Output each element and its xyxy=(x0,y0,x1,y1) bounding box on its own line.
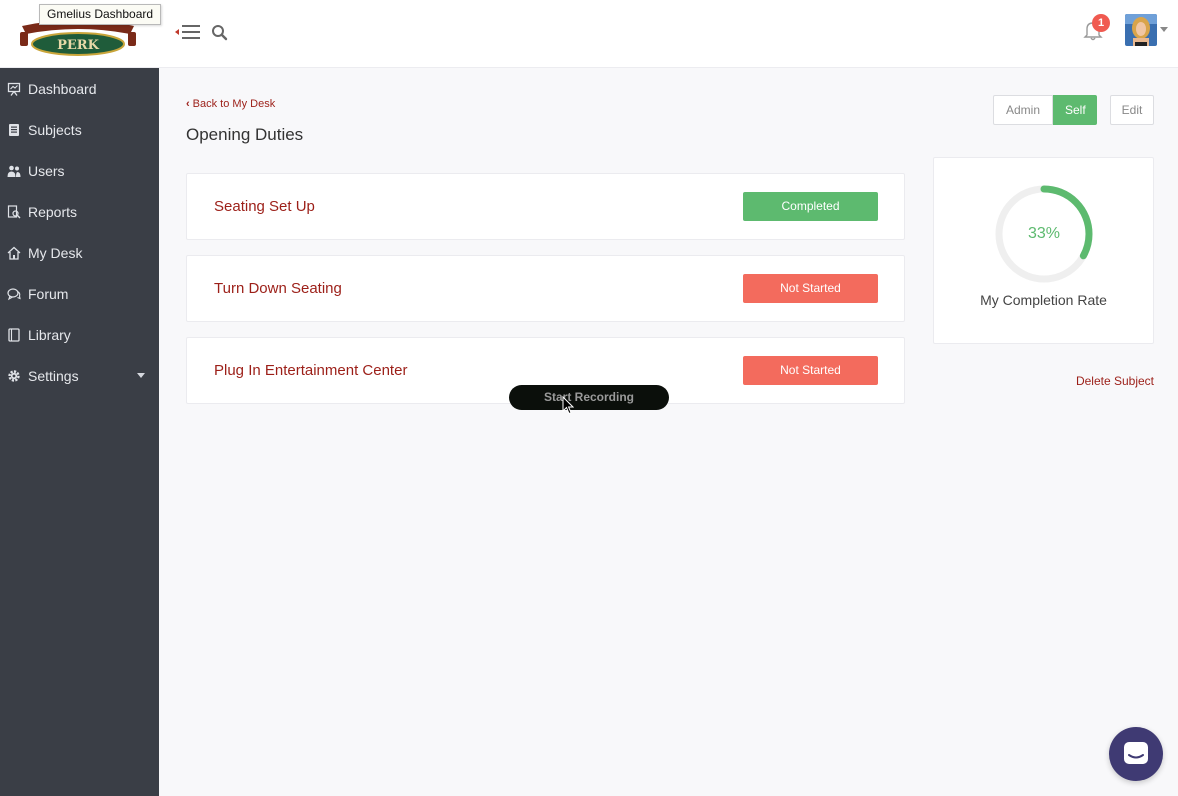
sidebar-item-label: Subjects xyxy=(28,121,82,138)
duty-card: Turn Down Seating Not Started xyxy=(186,255,905,322)
gear-icon xyxy=(6,368,22,384)
chat-bubbles-icon xyxy=(6,286,22,302)
browser-tooltip: Gmelius Dashboard xyxy=(39,4,162,25)
chat-launcher-button[interactable] xyxy=(1109,727,1163,781)
sidebar-item-users[interactable]: Users xyxy=(0,150,159,191)
sidebar-item-label: Settings xyxy=(28,367,79,384)
logo-text: PERK xyxy=(57,38,99,53)
sidebar-item-library[interactable]: Library xyxy=(0,314,159,355)
duty-title[interactable]: Plug In Entertainment Center xyxy=(214,362,407,379)
duty-title[interactable]: Seating Set Up xyxy=(214,198,315,215)
status-button[interactable]: Not Started xyxy=(743,356,878,385)
sidebar-item-label: Dashboard xyxy=(28,80,97,97)
chat-icon xyxy=(1124,742,1148,764)
back-to-my-desk-link[interactable]: ‹ Back to My Desk xyxy=(186,98,275,110)
self-toggle-button[interactable]: Self xyxy=(1053,95,1097,125)
book-icon xyxy=(6,122,22,138)
completion-percent: 33% xyxy=(1027,225,1061,242)
sidebar-item-label: Library xyxy=(28,326,71,343)
sidebar-item-forum[interactable]: Forum xyxy=(0,273,159,314)
sidebar-item-reports[interactable]: Reports xyxy=(0,191,159,232)
chevron-left-icon: ‹ xyxy=(186,98,190,110)
chevron-down-icon xyxy=(137,373,145,378)
library-book-icon xyxy=(6,327,22,343)
users-icon xyxy=(6,163,22,179)
completion-rate-label: My Completion Rate xyxy=(980,292,1107,308)
role-toggle: Admin Self xyxy=(993,95,1097,125)
duty-title[interactable]: Turn Down Seating xyxy=(214,280,342,297)
completion-rate-card: 33% My Completion Rate xyxy=(933,157,1154,344)
page-title: Opening Duties xyxy=(186,125,304,144)
user-avatar[interactable] xyxy=(1125,14,1157,46)
sidebar-item-dashboard[interactable]: Dashboard xyxy=(0,68,159,109)
status-button[interactable]: Completed xyxy=(743,192,878,221)
sidebar-item-label: Reports xyxy=(28,203,78,220)
sidebar-item-subjects[interactable]: Subjects xyxy=(0,109,159,150)
status-button[interactable]: Not Started xyxy=(743,274,878,303)
home-icon xyxy=(6,245,22,261)
sidebar: Dashboard Subjects Users Reports My Desk… xyxy=(0,68,159,796)
sidebar-item-my-desk[interactable]: My Desk xyxy=(0,232,159,273)
delete-subject-link[interactable]: Delete Subject xyxy=(1076,374,1154,388)
duty-card: Seating Set Up Completed xyxy=(186,173,905,240)
sidebar-item-settings[interactable]: Settings xyxy=(0,355,159,396)
top-bar: PERK Gmelius Dashboard 1 xyxy=(0,0,1178,68)
sidebar-item-label: Forum xyxy=(28,285,69,302)
report-magnifier-icon xyxy=(6,204,22,220)
sidebar-item-label: My Desk xyxy=(28,244,83,261)
edit-button[interactable]: Edit xyxy=(1110,95,1154,125)
admin-toggle-button[interactable]: Admin xyxy=(993,95,1053,125)
hamburger-menu-icon[interactable] xyxy=(173,22,203,42)
search-icon[interactable] xyxy=(211,24,229,42)
presentation-board-icon xyxy=(6,81,22,97)
sidebar-item-label: Users xyxy=(28,162,65,179)
notification-count-badge: 1 xyxy=(1092,14,1110,32)
start-recording-button[interactable]: Start Recording xyxy=(509,385,669,410)
back-link-label: Back to My Desk xyxy=(192,98,276,110)
chevron-down-icon[interactable] xyxy=(1160,27,1168,32)
central-perk-logo[interactable]: PERK xyxy=(16,20,140,56)
mouse-pointer-icon xyxy=(562,395,575,415)
